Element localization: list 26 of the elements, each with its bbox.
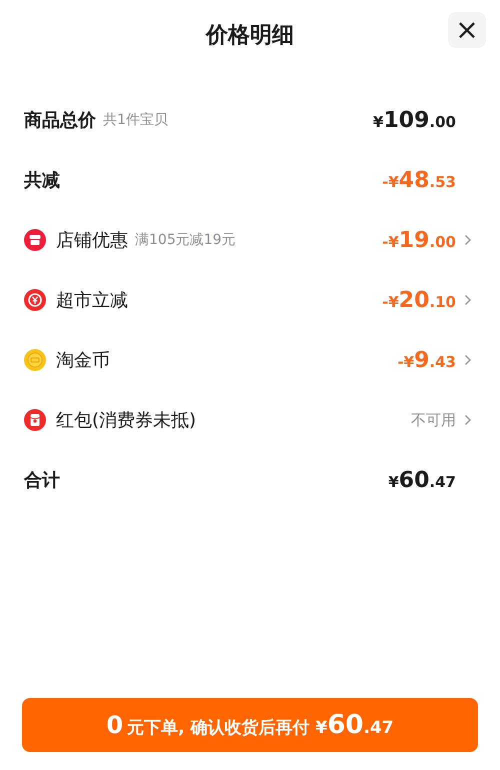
chevron-right-icon bbox=[464, 354, 472, 366]
price-amount: -¥19.00 bbox=[382, 228, 456, 252]
yen-coupon-icon bbox=[24, 289, 46, 311]
chevron-right-icon bbox=[464, 414, 472, 426]
price-amount: -¥48.53 bbox=[382, 168, 456, 192]
row-label: 商品总价 bbox=[24, 109, 96, 132]
chevron-right-icon bbox=[464, 294, 472, 306]
price-amount: ¥109.00 bbox=[373, 108, 456, 132]
price-amount: -¥20.10 bbox=[382, 288, 456, 312]
price-amount: -¥9.43 bbox=[397, 348, 456, 372]
close-button[interactable]: × bbox=[448, 12, 486, 48]
row-label: 共减 bbox=[24, 169, 60, 192]
chevron-right-icon bbox=[464, 234, 472, 246]
row-label: 店铺优惠 bbox=[56, 229, 128, 252]
sheet-title: 价格明细 bbox=[206, 22, 294, 50]
coin-icon bbox=[24, 349, 46, 371]
row-note: 共1件宝贝 bbox=[103, 111, 168, 129]
row-label: 红包(消费券未抵) bbox=[56, 409, 196, 432]
status-text: 不可用 bbox=[411, 410, 456, 430]
row-label: 淘金币 bbox=[56, 349, 110, 372]
price-amount: ¥60.47 bbox=[388, 468, 456, 492]
row-label: 超市立减 bbox=[56, 289, 128, 312]
envelope-icon bbox=[24, 409, 46, 431]
row-note: 满105元减19元 bbox=[135, 231, 236, 249]
store-icon bbox=[24, 229, 46, 251]
row-label: 合计 bbox=[24, 469, 60, 492]
